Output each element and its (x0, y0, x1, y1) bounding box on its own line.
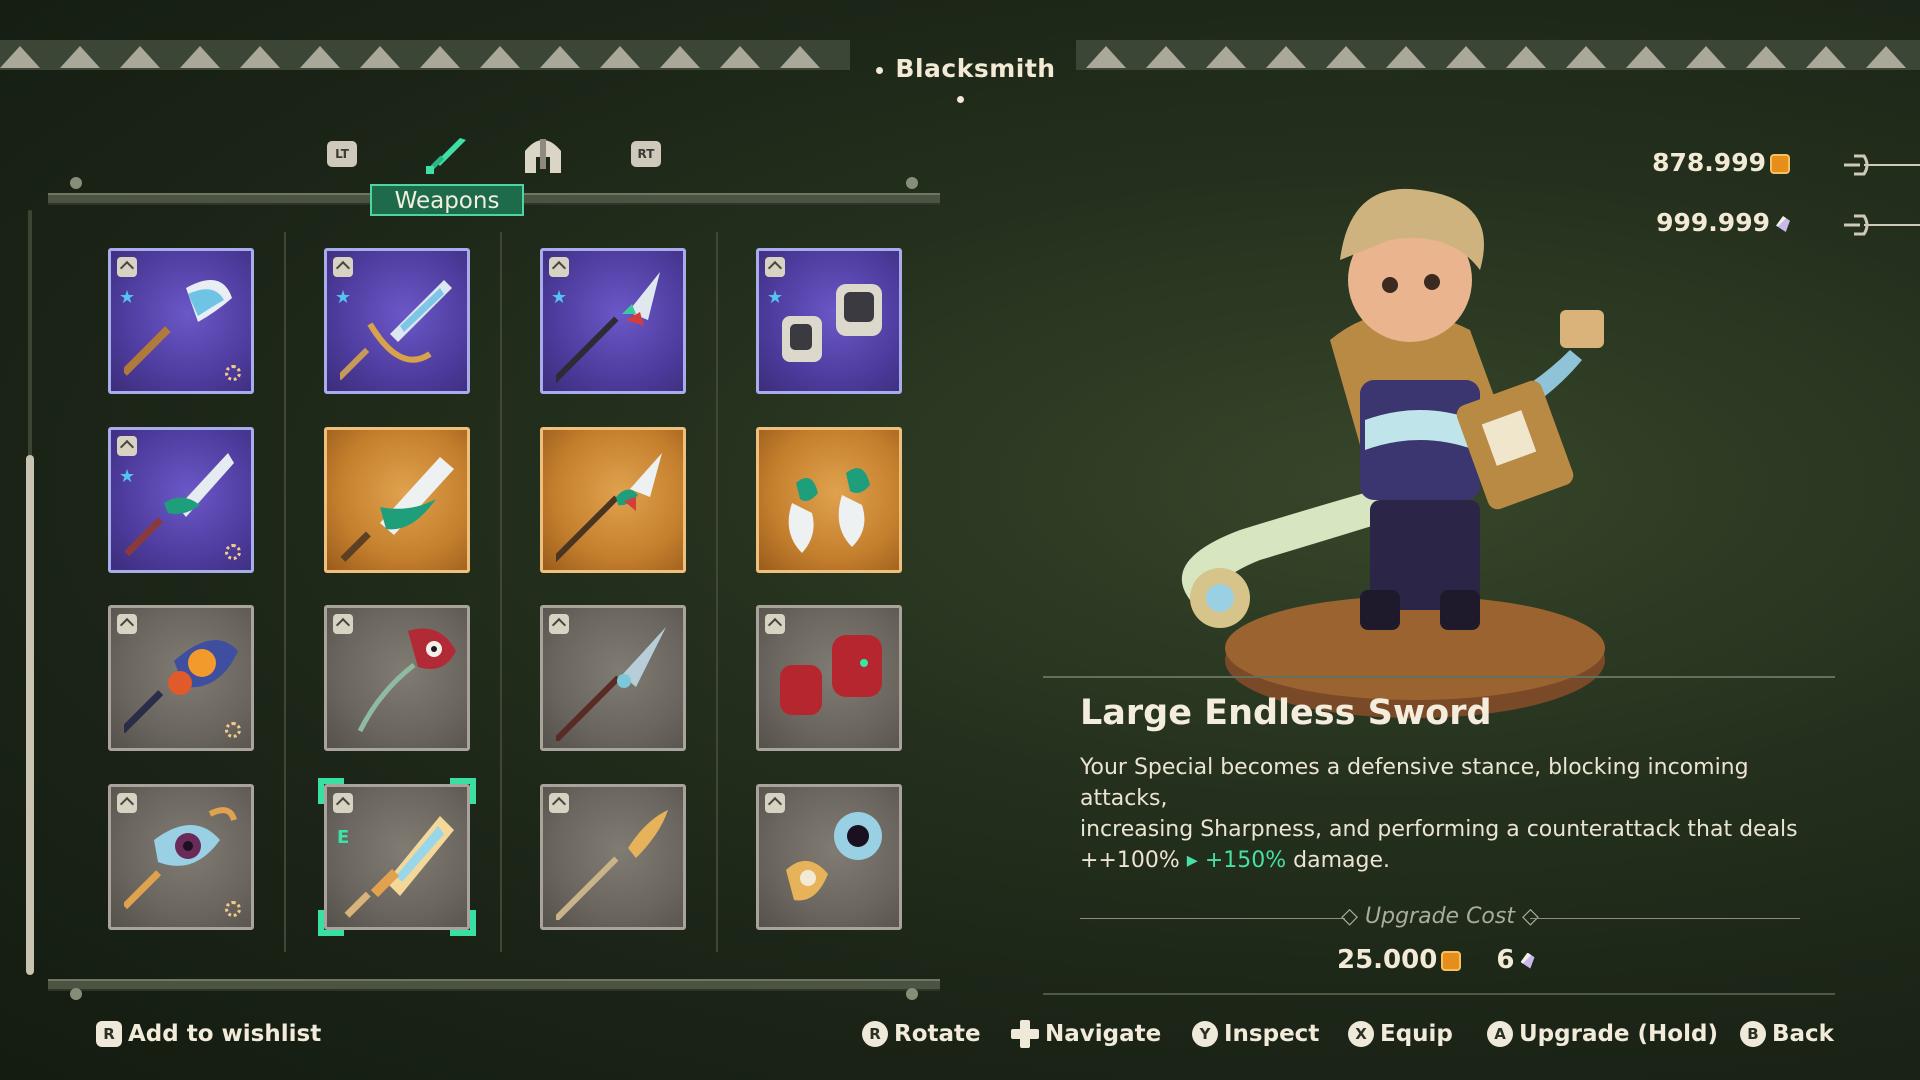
cost-divider-left (1080, 918, 1345, 919)
weapon-slot[interactable]: ★ (756, 248, 902, 394)
coin-icon (1770, 154, 1790, 174)
weapon-slot[interactable] (108, 605, 254, 751)
damage-stat-line: ++100% ▸ +150% damage. (1080, 845, 1800, 876)
cost-coins: 25.000 (1337, 945, 1438, 975)
column-divider (284, 232, 286, 952)
vine-axes-icon (788, 468, 870, 553)
selection-corner (450, 910, 476, 936)
weapon-slot[interactable]: ★ (324, 248, 470, 394)
weapon-slot[interactable] (324, 605, 470, 751)
helmet-icon[interactable] (520, 133, 566, 179)
eye-gauntlets-icon (786, 812, 882, 901)
vine-sword-icon (124, 453, 234, 557)
endless-sword-icon (344, 816, 454, 918)
button-prompts: R Add to wishlist R Rotate Navigate Y In… (0, 1014, 1920, 1054)
coin-icon (1441, 950, 1462, 971)
rail-knob (906, 988, 918, 1000)
upgrade-button[interactable]: A Upgrade (Hold) (1487, 1014, 1718, 1054)
weapon-slot-selected[interactable]: E (324, 784, 470, 930)
column-divider (716, 232, 718, 952)
weapon-slot[interactable]: ★ (108, 427, 254, 573)
rotate-button[interactable]: R Rotate (862, 1014, 981, 1054)
equip-button[interactable]: X Equip (1348, 1014, 1453, 1054)
item-name: Large Endless Sword (1080, 693, 1492, 733)
upgrade-arrow: ▸ (1186, 848, 1198, 873)
selection-corner (318, 778, 344, 804)
weapon-slot[interactable] (540, 605, 686, 751)
weapon-slot[interactable] (108, 784, 254, 930)
description-line: Your Special becomes a defensive stance,… (1080, 755, 1749, 811)
back-button[interactable]: B Back (1740, 1014, 1834, 1054)
eye-staff-icon (124, 807, 237, 910)
level-ring-icon (225, 901, 241, 917)
weapon-slot[interactable] (756, 427, 902, 573)
level-ring-icon (225, 544, 241, 560)
detail-divider (1043, 993, 1835, 995)
current-damage: ++100% (1080, 848, 1180, 873)
rail-knob (70, 988, 82, 1000)
right-stick-icon: R (862, 1021, 888, 1047)
long-spear-icon (556, 627, 666, 741)
b-button-icon: B (1740, 1021, 1766, 1047)
weapon-slot[interactable] (540, 784, 686, 930)
rt-button[interactable]: RT (631, 141, 661, 167)
axe-sword-icon (124, 280, 232, 376)
crossbow-blade-icon (340, 280, 452, 381)
weapon-slot[interactable] (756, 605, 902, 751)
banner-pattern-left (0, 40, 850, 70)
red-gauntlets-icon (780, 635, 882, 715)
sword-icon[interactable] (420, 134, 470, 180)
item-description: Your Special becomes a defensive stance,… (1080, 752, 1800, 876)
tab-weapons[interactable]: Weapons (370, 184, 524, 216)
vine-greatsword-icon (340, 457, 454, 562)
weapon-slot[interactable] (324, 427, 470, 573)
damage-suffix: damage. (1293, 848, 1391, 873)
scrollbar-thumb[interactable] (26, 455, 34, 975)
top-banner: Blacksmith (0, 22, 1920, 103)
claw-ornament-icon (1844, 214, 1920, 236)
upgrade-cost-values: 25.000 6 (1337, 945, 1535, 975)
weapon-slot[interactable] (540, 427, 686, 573)
bottom-rail (48, 979, 940, 991)
column-divider (500, 232, 502, 952)
lt-button[interactable]: LT (327, 141, 357, 167)
red-hammer-icon (357, 628, 456, 733)
inspect-button[interactable]: Y Inspect (1192, 1014, 1319, 1054)
rail-knob (906, 177, 918, 189)
gauntlets-icon (782, 284, 882, 362)
detail-divider (1043, 676, 1835, 678)
flame-staff-icon (124, 640, 238, 734)
weapon-slot[interactable]: ★ (540, 248, 686, 394)
spear-icon (556, 272, 660, 384)
add-to-wishlist-button[interactable]: R Add to wishlist (96, 1014, 321, 1054)
cost-divider-right (1530, 918, 1800, 919)
selection-corner (318, 910, 344, 936)
gem-icon (1520, 952, 1535, 969)
vine-spear-icon (556, 453, 662, 563)
y-button-icon: Y (1192, 1021, 1218, 1047)
rail-knob (70, 177, 82, 189)
x-button-icon: X (1348, 1021, 1374, 1047)
weapon-slot[interactable]: ★ (108, 248, 254, 394)
selection-corner (450, 778, 476, 804)
a-button-icon: A (1487, 1021, 1513, 1047)
navigate-button[interactable]: Navigate (1011, 1014, 1161, 1054)
level-ring-icon (225, 365, 241, 381)
dpad-icon (1011, 1020, 1039, 1048)
claw-ornament-icon (1844, 154, 1920, 176)
level-ring-icon (225, 722, 241, 738)
r-button-icon: R (96, 1021, 122, 1047)
cost-gems: 6 (1496, 945, 1515, 975)
next-damage: +150% (1204, 848, 1287, 873)
screen-title: Blacksmith (860, 54, 1060, 112)
description-line: increasing Sharpness, and performing a c… (1080, 817, 1798, 842)
upgrade-cost-label: ◇ Upgrade Cost ◇ (1341, 904, 1539, 929)
banner-pattern-right (1076, 40, 1920, 70)
gem-icon (1776, 216, 1790, 232)
character-preview[interactable] (1150, 160, 1770, 750)
weapon-slot[interactable] (756, 784, 902, 930)
golden-spear-icon (556, 810, 668, 920)
